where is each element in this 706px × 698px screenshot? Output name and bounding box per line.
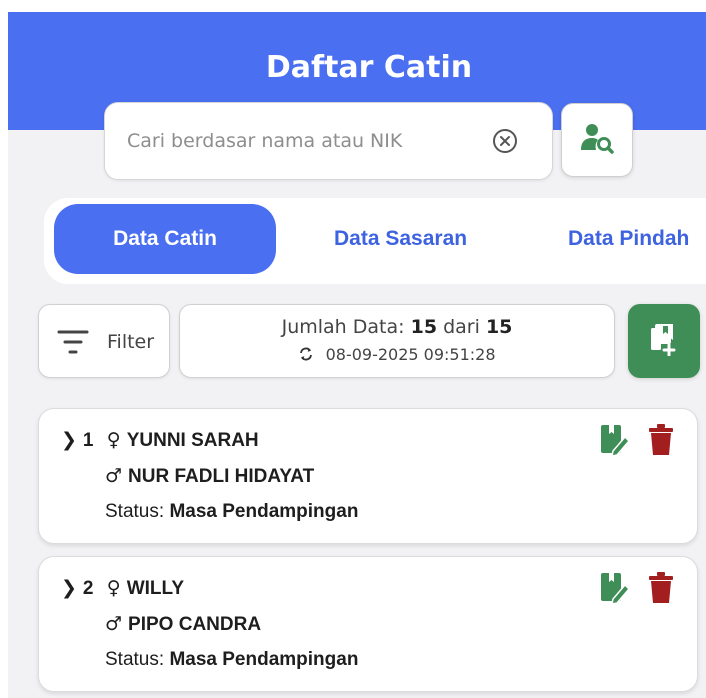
tab-bar: Data Catin Data Sasaran Data Pindah — [44, 198, 706, 284]
male-symbol-icon: ♂ — [105, 465, 123, 487]
record-line-male: ♂ PIPO CANDRA — [105, 613, 261, 636]
female-name: WILLY — [126, 578, 185, 599]
record-index: 2 — [82, 578, 94, 599]
tab-data-pindah[interactable]: Data Pindah — [568, 204, 689, 274]
record-line-female: ❯ 2 ♀ WILLY — [61, 577, 184, 600]
app-screen: Daftar Catin Data Catin Data Sasaran Dat… — [8, 12, 706, 698]
trash-icon[interactable] — [649, 571, 673, 605]
count-of-label: dari — [443, 316, 480, 338]
record-card[interactable]: ❯ 2 ♀ WILLY ♂ PIPO CANDRA Status: Masa Pend… — [38, 556, 698, 692]
filter-label: Filter — [107, 331, 155, 353]
sync-icon — [298, 345, 325, 364]
search-input[interactable] — [127, 103, 477, 179]
add-document-icon — [649, 322, 679, 361]
filter-button[interactable]: Filter — [38, 304, 170, 378]
count-shown: 15 — [410, 316, 438, 338]
record-index: 1 — [82, 430, 94, 451]
data-count: Jumlah Data: 15 dari 15 — [180, 316, 614, 338]
record-card[interactable]: ❯ 1 ♀ YUNNI SARAH ♂ NUR FADLI HIDAYAT Statu… — [38, 408, 698, 544]
status-label: Status: — [105, 501, 165, 522]
record-status: Status: Masa Pendampingan — [105, 501, 358, 523]
user-search-button[interactable] — [561, 103, 633, 177]
status-value: Masa Pendampingan — [169, 649, 359, 670]
page-title: Daftar Catin — [265, 50, 473, 85]
female-name: YUNNI SARAH — [126, 430, 259, 451]
male-name: NUR FADLI HIDAYAT — [128, 466, 315, 487]
status-value: Masa Pendampingan — [169, 501, 359, 522]
chevron-right-icon[interactable]: ❯ — [61, 577, 77, 599]
male-name: PIPO CANDRA — [128, 614, 262, 635]
female-symbol-icon: ♀ — [106, 429, 121, 451]
sync-info[interactable]: 08-09-2025 09:51:28 — [180, 345, 614, 364]
chevron-right-icon[interactable]: ❯ — [61, 429, 77, 451]
edit-document-icon[interactable] — [599, 423, 631, 457]
user-search-icon — [580, 122, 614, 159]
filter-icon — [57, 329, 89, 355]
record-line-male: ♂ NUR FADLI HIDAYAT — [105, 465, 314, 488]
record-status: Status: Masa Pendampingan — [105, 649, 358, 671]
trash-icon[interactable] — [649, 423, 673, 457]
female-symbol-icon: ♀ — [106, 577, 121, 599]
search-box — [104, 102, 553, 180]
edit-document-icon[interactable] — [599, 571, 631, 605]
count-total: 15 — [485, 316, 513, 338]
sync-timestamp: 08-09-2025 09:51:28 — [325, 345, 496, 364]
clear-circle-icon[interactable] — [491, 127, 519, 155]
count-label: Jumlah Data: — [281, 316, 405, 338]
data-count-box: Jumlah Data: 15 dari 15 08-09-2025 09:51… — [179, 304, 615, 378]
record-line-female: ❯ 1 ♀ YUNNI SARAH — [61, 429, 259, 452]
add-data-button[interactable] — [628, 304, 700, 378]
male-symbol-icon: ♂ — [105, 613, 123, 635]
tab-data-catin[interactable]: Data Catin — [54, 204, 276, 274]
tab-data-sasaran[interactable]: Data Sasaran — [334, 204, 467, 274]
status-label: Status: — [105, 649, 165, 670]
